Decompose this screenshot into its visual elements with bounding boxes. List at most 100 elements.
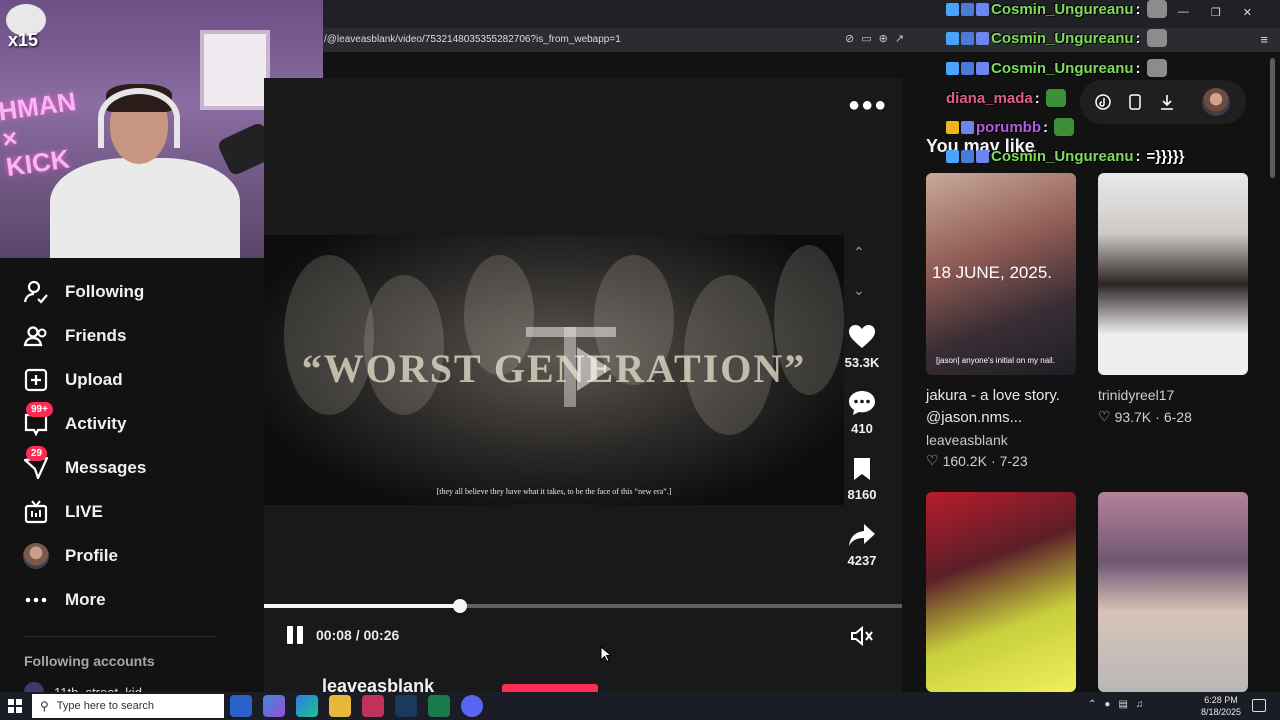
sidebar-item-live[interactable]: LIVE (22, 496, 103, 528)
steam-icon[interactable] (395, 695, 417, 717)
profile-avatar-wrap (22, 542, 50, 570)
taskbar-clock[interactable]: 6:28 PM 8/18/2025 (1196, 694, 1246, 718)
close-icon[interactable]: ✕ (1243, 6, 1252, 19)
chat-message: Cosmin_Ungureanu: (946, 59, 1167, 77)
sidebar-item-more[interactable]: More (22, 584, 106, 616)
following-accounts-title: Following accounts (24, 653, 155, 669)
recommendation-thumbnail[interactable] (1098, 492, 1248, 692)
recommendation-thumbnail[interactable] (926, 492, 1076, 692)
discord-icon[interactable] (461, 695, 483, 717)
stream-multiplier: x15 (8, 30, 39, 50)
task-view-icon[interactable] (230, 695, 252, 717)
pause-icon[interactable] (287, 626, 305, 644)
upload-icon (22, 366, 50, 394)
taskbar-apps (230, 695, 483, 717)
sidebar-item-profile[interactable]: Profile (22, 540, 118, 572)
more-options-icon[interactable]: ●●● (848, 94, 887, 117)
microphone-icon[interactable]: ● (1104, 699, 1110, 710)
avatar (23, 543, 49, 569)
floating-toolbar (1080, 80, 1246, 124)
copilot-icon[interactable] (263, 695, 285, 717)
sidebar-item-label: Activity (65, 414, 127, 433)
chat-username[interactable]: diana_mada (946, 90, 1033, 107)
share-icon[interactable]: ↗ (895, 32, 904, 45)
crown-badge-icon (946, 120, 959, 134)
sidebar-item-label: Following (65, 282, 145, 301)
like-button[interactable]: 53.3K (834, 322, 890, 370)
sidebar-item-upload[interactable]: Upload (22, 364, 123, 396)
recommendation-author[interactable]: leaveasblank (926, 432, 1008, 448)
video-subtitle: [they all believe they have what it take… (436, 487, 672, 496)
notifications-icon[interactable] (1252, 699, 1266, 712)
chat-username[interactable]: Cosmin_Ungureanu (991, 30, 1134, 47)
sidebar-item-label: Messages (65, 458, 147, 477)
tiktok-icon[interactable] (1094, 93, 1112, 111)
sidebar-item-friends[interactable]: Friends (22, 320, 126, 352)
progress-bar[interactable] (264, 599, 902, 613)
minimize-icon[interactable]: — (1178, 6, 1189, 19)
recommendation-author[interactable]: trinidyreel17 (1098, 387, 1174, 403)
chat-badges (946, 61, 989, 75)
restore-icon[interactable]: ❐ (1211, 6, 1221, 19)
chat-username[interactable]: porumbb (976, 119, 1041, 136)
share-button[interactable]: 4237 (834, 520, 890, 568)
comment-button[interactable]: 410 (834, 388, 890, 436)
windows-taskbar: ⚲ Type here to search ⌃ ● ▤ ♫ 6:28 PM 8/… (0, 692, 1280, 720)
edge-icon[interactable] (296, 695, 318, 717)
heart-icon (834, 322, 890, 352)
speaker-icon[interactable]: ♫ (1136, 699, 1144, 710)
sword-badge-icon (946, 61, 959, 75)
bot-badge-icon (976, 150, 989, 163)
recommendation-thumbnail[interactable]: 18 JUNE, 2025. [jason] anyone's initial … (926, 173, 1076, 375)
browser-menu-icon[interactable]: ≡ (1260, 32, 1268, 47)
sword-badge-icon (946, 150, 959, 163)
zoom-icon[interactable]: ⊕ (879, 32, 888, 45)
sidebar-item-label: More (65, 590, 106, 609)
url-text[interactable]: /@leaveasblank/video/7532148035355282706… (324, 34, 621, 45)
chat-username[interactable]: Cosmin_Ungureanu (991, 1, 1134, 18)
no-tracking-icon[interactable]: ⊘ (845, 32, 854, 45)
following-icon (22, 278, 50, 306)
chat-username[interactable]: Cosmin_Ungureanu (991, 148, 1134, 165)
network-icon[interactable]: ▤ (1118, 699, 1127, 710)
comment-icon (834, 388, 890, 418)
subscriber-badge-icon (961, 2, 974, 16)
taskbar-search-input[interactable]: ⚲ Type here to search (32, 694, 224, 718)
windows-start-icon[interactable] (8, 699, 22, 713)
download-icon[interactable] (1158, 93, 1176, 111)
recommendation-title[interactable]: jakura - a love story. @jason.nms... (926, 385, 1086, 429)
avatar[interactable] (1202, 88, 1230, 116)
chat-badges (946, 120, 974, 134)
page-scrollbar[interactable] (1270, 58, 1275, 178)
recommendation-likes: 160.2K (942, 452, 987, 469)
chevron-up-icon[interactable]: ⌃ (853, 244, 865, 261)
webcam-person-shirt (50, 158, 240, 258)
screen: /@leaveasblank/video/7532148035355282706… (0, 0, 1280, 720)
volume-icon[interactable] (850, 625, 874, 651)
chevron-down-icon[interactable]: ⌄ (853, 282, 865, 299)
opera-gx-icon[interactable] (362, 695, 384, 717)
clock-date: 8/18/2025 (1200, 707, 1242, 717)
chat-username[interactable]: Cosmin_Ungureanu (991, 60, 1134, 77)
chat-message: porumbb: (946, 118, 1074, 136)
excel-icon[interactable] (428, 695, 450, 717)
chat-badges (946, 31, 989, 45)
recommendation-meta: ♡ 160.2K · 7-23 (926, 452, 1028, 469)
cast-icon[interactable]: ▭ (861, 32, 871, 45)
file-explorer-icon[interactable] (329, 695, 351, 717)
sidebar-item-activity[interactable]: 99+ Activity (22, 402, 127, 440)
recommendation-date: 6-28 (1163, 408, 1192, 425)
bookmark-icon (834, 454, 890, 484)
phone-icon[interactable] (1126, 93, 1144, 111)
sidebar-item-label: Upload (65, 370, 123, 389)
sidebar-item-following[interactable]: Following (22, 276, 144, 308)
save-button[interactable]: 8160 (834, 454, 890, 502)
sidebar-item-messages[interactable]: 29 Messages (22, 446, 147, 484)
progress-fill (264, 604, 461, 608)
play-icon[interactable] (577, 347, 611, 391)
chevron-up-icon[interactable]: ⌃ (1088, 699, 1096, 710)
chat-colon: : (1135, 148, 1141, 165)
recommendation-thumbnail[interactable] (1098, 173, 1248, 375)
video-frame[interactable]: “WORST GENERATION” [they all believe the… (264, 235, 844, 505)
chat-badges (946, 150, 989, 163)
